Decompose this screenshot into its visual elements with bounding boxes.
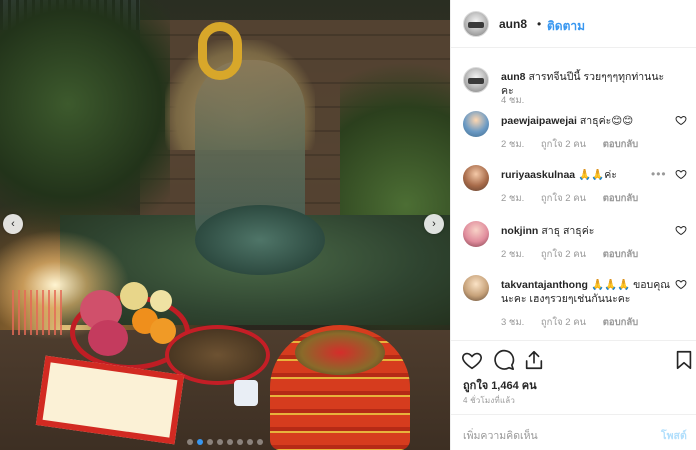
photo-garland (198, 22, 242, 80)
heart-icon[interactable] (675, 114, 687, 126)
comment-meta: 2 ชม. ถูกใจ 2 คน ตอบกลับ (501, 191, 652, 206)
caption-username[interactable]: aun8 (501, 71, 526, 83)
comment-meta: 2 ชม. ถูกใจ 2 คน ตอบกลับ (501, 247, 652, 262)
instagram-post: ‹ › aun8 • ติดตาม aun8 สารทจีนปีนี้ รวยๆๆ… (0, 0, 696, 450)
comment-username[interactable]: paewjaipawejai (501, 115, 577, 127)
post-username[interactable]: aun8 (499, 17, 527, 31)
comment-likes[interactable]: ถูกใจ 2 คน (541, 139, 586, 150)
follow-button[interactable]: ติดตาม (547, 17, 585, 36)
post-header: aun8 • ติดตาม (451, 0, 696, 48)
post-timestamp[interactable]: 4 ชั่วโมงที่แล้ว (463, 394, 515, 407)
heart-icon[interactable] (675, 278, 687, 290)
comment-likes[interactable]: ถูกใจ 2 คน (541, 193, 586, 204)
photo-pear (150, 290, 172, 312)
carousel-dot (197, 439, 203, 445)
comment-meta: 3 ชม. ถูกใจ 2 คน ตอบกลับ (501, 315, 652, 330)
comment-text: ruriyaaskulnaa 🙏🙏ค่ะ (501, 168, 671, 182)
carousel-dot (247, 439, 253, 445)
comment-body: สาธุ สาธุค่ะ (541, 225, 595, 237)
comment-body: 🙏🙏ค่ะ (578, 169, 617, 181)
avatar[interactable] (463, 275, 489, 301)
comment-likes[interactable]: ถูกใจ 2 คน (541, 249, 586, 260)
comment-icon[interactable] (493, 349, 515, 371)
comment-input[interactable]: เพิ่มความคิดเห็น (463, 427, 538, 444)
reply-button[interactable]: ตอบกลับ (603, 249, 639, 260)
photo-paper-offering-top (295, 330, 385, 375)
carousel-dot (217, 439, 223, 445)
heart-icon[interactable] (675, 224, 687, 236)
avatar[interactable] (463, 165, 489, 191)
add-comment-bar: เพิ่มความคิดเห็น โพสต์ (451, 414, 696, 450)
post-photo[interactable]: ‹ › (0, 0, 450, 450)
carousel-next-button[interactable]: › (424, 214, 444, 234)
more-options-icon[interactable]: ••• (651, 167, 667, 181)
photo-dragon-fruit (88, 320, 128, 356)
comment-likes[interactable]: ถูกใจ 2 คน (541, 317, 586, 328)
comment-time[interactable]: 2 ชม. (501, 193, 524, 204)
carousel-dot (237, 439, 243, 445)
separator-dot: • (537, 17, 542, 31)
comment-text: takvantajanthong 🙏🙏🙏 ขอบคุณนะคะ เฮงๆรวยๆเ… (501, 278, 671, 306)
avatar[interactable] (463, 111, 489, 137)
carousel-dots (0, 434, 450, 448)
comment-text: paewjaipawejai สาธุค่ะ😊😊 (501, 114, 671, 128)
reply-button[interactable]: ตอบกลับ (603, 193, 639, 204)
carousel-dot (227, 439, 233, 445)
caption-meta: 4 ชม. (501, 93, 538, 108)
chevron-right-icon: › (432, 218, 436, 230)
comment-time[interactable]: 2 ชม. (501, 249, 524, 260)
carousel-dot (257, 439, 263, 445)
bookmark-icon[interactable] (673, 349, 695, 371)
share-icon[interactable] (523, 349, 545, 371)
avatar[interactable] (463, 67, 489, 93)
reply-button[interactable]: ตอบกลับ (603, 139, 639, 150)
reply-button[interactable]: ตอบกลับ (603, 317, 639, 328)
photo-pear (120, 282, 148, 310)
comment-username[interactable]: takvantajanthong (501, 279, 588, 291)
photo-cup (234, 380, 258, 406)
comment-body: สาธุค่ะ😊😊 (579, 115, 634, 127)
comments-list: aun8 สารทจีนปีนี้ รวยๆๆๆทุกท่านนะคะ 4 ชม.… (451, 49, 696, 339)
chevron-left-icon: ‹ (11, 218, 15, 230)
carousel-dot (187, 439, 193, 445)
avatar[interactable] (463, 221, 489, 247)
carousel-prev-button[interactable]: ‹ (3, 214, 23, 234)
comment-username[interactable]: ruriyaaskulnaa (501, 169, 575, 181)
photo-statue-base (195, 205, 325, 275)
carousel-dot (207, 439, 213, 445)
post-comment-button[interactable]: โพสต์ (661, 427, 687, 444)
comment-username[interactable]: nokjinn (501, 225, 538, 237)
likes-count[interactable]: ถูกใจ 1,464 คน (463, 376, 537, 394)
heart-icon[interactable] (461, 349, 483, 371)
avatar[interactable] (463, 11, 489, 37)
comment-text: nokjinn สาธุ สาธุค่ะ (501, 224, 671, 238)
photo-incense-sticks (12, 290, 62, 335)
heart-icon[interactable] (675, 168, 687, 180)
caption-time[interactable]: 4 ชม. (501, 95, 524, 106)
comment-time[interactable]: 3 ชม. (501, 317, 524, 328)
comment-time[interactable]: 2 ชม. (501, 139, 524, 150)
post-sidebar: aun8 • ติดตาม aun8 สารทจีนปีนี้ รวยๆๆๆทุก… (450, 0, 696, 450)
post-actions (451, 340, 696, 380)
comment-meta: 2 ชม. ถูกใจ 2 คน ตอบกลับ (501, 137, 652, 152)
